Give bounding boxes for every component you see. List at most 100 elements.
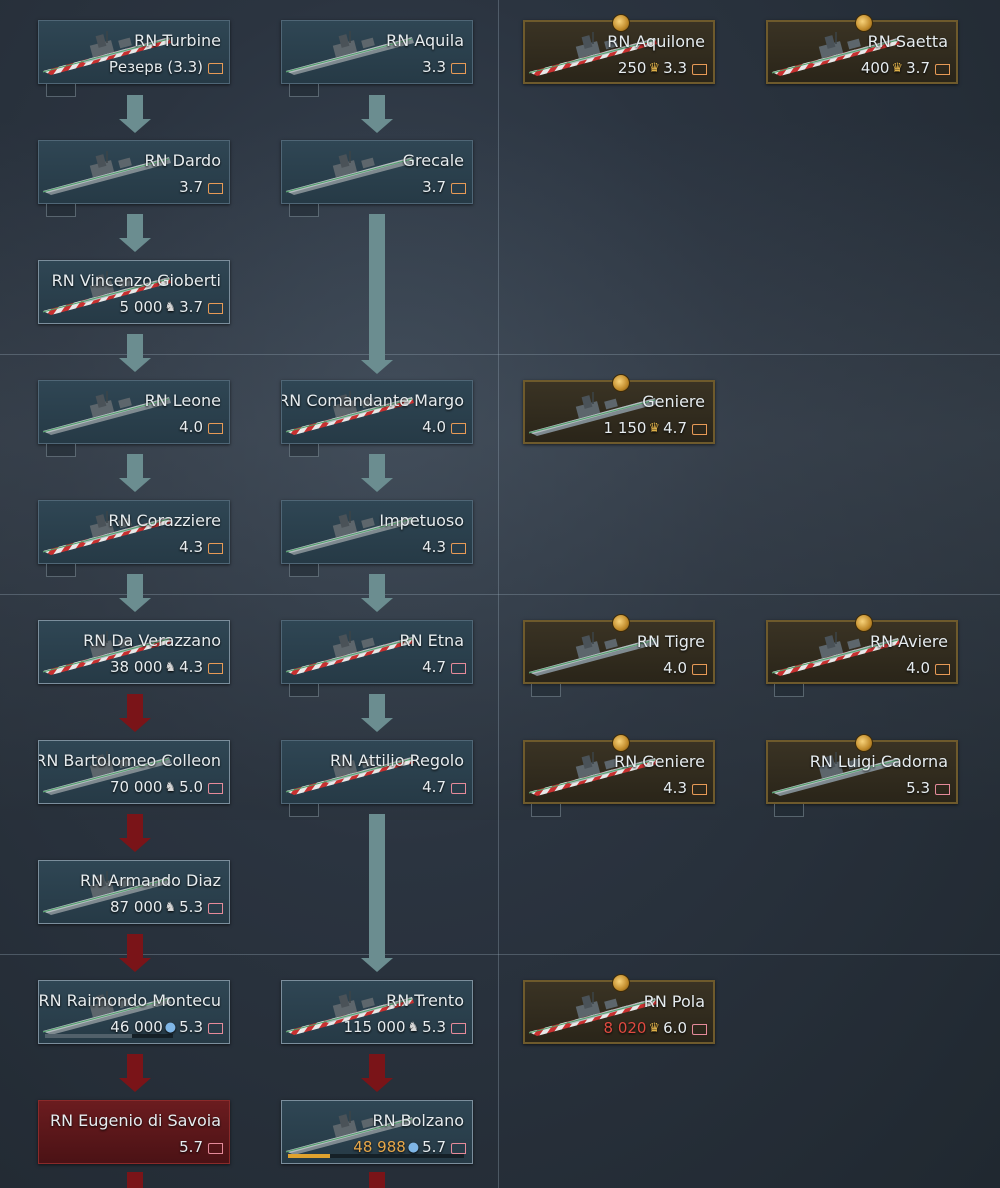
crew-slot <box>289 684 319 697</box>
vehicle-info: 4.3 <box>663 779 707 797</box>
crew-slot <box>289 204 319 217</box>
vehicle-card-montecu[interactable]: RN Raimondo Montecu 46 000 ● 5.3 <box>38 980 230 1044</box>
reserve-status: Резерв (3.3) <box>108 58 203 76</box>
rank-tag-icon <box>208 62 223 74</box>
locked-arrow <box>119 1054 151 1092</box>
vehicle-card-dardo[interactable]: RN Dardo 3.7 <box>38 140 230 204</box>
vehicle-name: Geniere <box>642 392 705 411</box>
battle-rating: 4.3 <box>179 658 203 676</box>
vehicle-card-verazzano[interactable]: RN Da Verazzano 38 000 ♞ 4.3 <box>38 620 230 684</box>
rank-tag-icon <box>451 662 466 674</box>
premium-medal-icon <box>855 614 873 632</box>
vehicle-info: 4.0 <box>422 418 466 436</box>
vehicle-name: RN Attilio Regolo <box>329 751 464 770</box>
vehicle-card-etna[interactable]: RN Etna 4.7 <box>281 620 473 684</box>
vehicle-info: 5.3 <box>906 779 950 797</box>
cost-value: 115 000 <box>343 1018 406 1036</box>
vehicle-card-diaz[interactable]: RN Armando Diaz 87 000 ♞ 5.3 <box>38 860 230 924</box>
vehicle-info: 3.3 <box>422 58 466 76</box>
vehicle-info: 3.7 <box>179 178 223 196</box>
vehicle-info: 115 000 ♞ 5.3 <box>343 1018 466 1036</box>
vehicle-card-leone[interactable]: RN Leone 4.0 <box>38 380 230 444</box>
premium-medal-icon <box>612 614 630 632</box>
vehicle-name: RN Vincenzo Gioberti <box>51 271 221 290</box>
vehicle-card-trento[interactable]: RN Trento 115 000 ♞ 5.3 <box>281 980 473 1044</box>
cost-value: 1 150 <box>603 419 647 437</box>
vehicle-card-savoia[interactable]: RN Eugenio di Savoia 5.7 <box>38 1100 230 1164</box>
battle-rating: 5.3 <box>906 779 930 797</box>
vehicle-info: 4.0 <box>663 659 707 677</box>
crew-slot <box>774 684 804 697</box>
crew-slot <box>289 564 319 577</box>
cost-value: 70 000 <box>109 778 163 796</box>
research-arrow <box>119 214 151 252</box>
vehicle-info: 1 150 ♛ 4.7 <box>604 419 707 437</box>
silver-cost: 115 000 ♞ <box>343 1018 419 1036</box>
rank-tag-icon <box>451 1022 466 1034</box>
gold-cost: 1 150 ♛ <box>604 419 661 437</box>
battle-rating: 5.7 <box>179 1138 203 1156</box>
vehicle-card-colleoni[interactable]: RN Bartolomeo Colleon 70 000 ♞ 5.0 <box>38 740 230 804</box>
battle-rating: 5.3 <box>179 898 203 916</box>
locked-arrow <box>119 694 151 732</box>
research-arrow <box>361 574 393 612</box>
rank-tag-icon <box>208 782 223 794</box>
research-arrow <box>361 214 393 374</box>
vehicle-name: RN Tigre <box>636 632 705 651</box>
rank-tag-icon <box>451 542 466 554</box>
vehicle-card-bolzano[interactable]: RN Bolzano 48 988 ● 5.7 <box>281 1100 473 1164</box>
silver-lions-icon: ♞ <box>164 299 177 315</box>
golden-eagle-icon: ♛ <box>648 1020 661 1036</box>
vehicle-name: Grecale <box>402 151 464 170</box>
vehicle-name: RN Raimondo Montecu <box>38 991 221 1010</box>
vehicle-name: Impetuoso <box>379 511 464 530</box>
vehicle-name: RN Aquilone <box>607 32 705 51</box>
vehicle-card-regolo[interactable]: RN Attilio Regolo 4.7 <box>281 740 473 804</box>
battle-rating: 6.0 <box>663 1019 687 1037</box>
battle-rating: 4.7 <box>663 419 687 437</box>
battle-rating: 4.3 <box>179 538 203 556</box>
rank-tag-icon <box>451 182 466 194</box>
vehicle-card-grecale[interactable]: Grecale 3.7 <box>281 140 473 204</box>
vehicle-name: RN Luigi Cadorna <box>809 752 948 771</box>
battle-rating: 4.0 <box>906 659 930 677</box>
battle-rating: 3.7 <box>179 298 203 316</box>
cost-value: 87 000 <box>109 898 163 916</box>
vehicle-info: 5.7 <box>179 1138 223 1156</box>
premium-medal-icon <box>855 734 873 752</box>
silver-cost: 70 000 ♞ <box>110 778 176 796</box>
vehicle-name: RN Bolzano <box>372 1111 464 1130</box>
locked-arrow <box>361 1054 393 1092</box>
golden-eagle-icon: ♛ <box>891 60 904 76</box>
vehicle-card-margo[interactable]: RN Comandante Margo 4.0 <box>281 380 473 444</box>
rank-tag-icon <box>935 663 950 675</box>
cost-value: 5 000 <box>119 298 163 316</box>
vehicle-name: RN Aviere <box>869 632 948 651</box>
rank-tag-icon <box>208 542 223 554</box>
battle-rating: 3.7 <box>906 59 930 77</box>
vehicle-info: Резерв (3.3) <box>109 58 223 76</box>
ship-image <box>284 631 414 675</box>
vehicle-card-impetuoso[interactable]: Impetuoso 4.3 <box>281 500 473 564</box>
battle-rating: 4.3 <box>663 779 687 797</box>
vehicle-card-gioberti[interactable]: RN Vincenzo Gioberti 5 000 ♞ 3.7 <box>38 260 230 324</box>
vehicle-card-turbine[interactable]: RN Turbine Резерв (3.3) <box>38 20 230 84</box>
battle-rating: 4.0 <box>663 659 687 677</box>
vehicle-info: 5 000 ♞ 3.7 <box>120 298 223 316</box>
vehicle-info: 38 000 ♞ 4.3 <box>110 658 223 676</box>
vehicle-info: 8 020 ♛ 6.0 <box>604 1019 707 1037</box>
battle-rating: 3.7 <box>179 178 203 196</box>
premium-medal-icon <box>612 374 630 392</box>
rank-tag-icon <box>208 902 223 914</box>
vehicle-card-corazziere[interactable]: RN Corazziere 4.3 <box>38 500 230 564</box>
vehicle-name: RN Etna <box>399 631 465 650</box>
progress-fill <box>45 1034 133 1038</box>
battle-rating: 4.3 <box>422 538 446 556</box>
golden-eagle-icon: ♛ <box>648 60 661 76</box>
vehicle-card-aquila[interactable]: RN Aquila 3.3 <box>281 20 473 84</box>
silver-lions-icon: ♞ <box>164 899 177 915</box>
crew-slot <box>531 804 561 817</box>
vehicle-name: RN Aquila <box>386 31 464 50</box>
locked-arrow <box>361 1172 393 1188</box>
rank-tag-icon <box>208 662 223 674</box>
